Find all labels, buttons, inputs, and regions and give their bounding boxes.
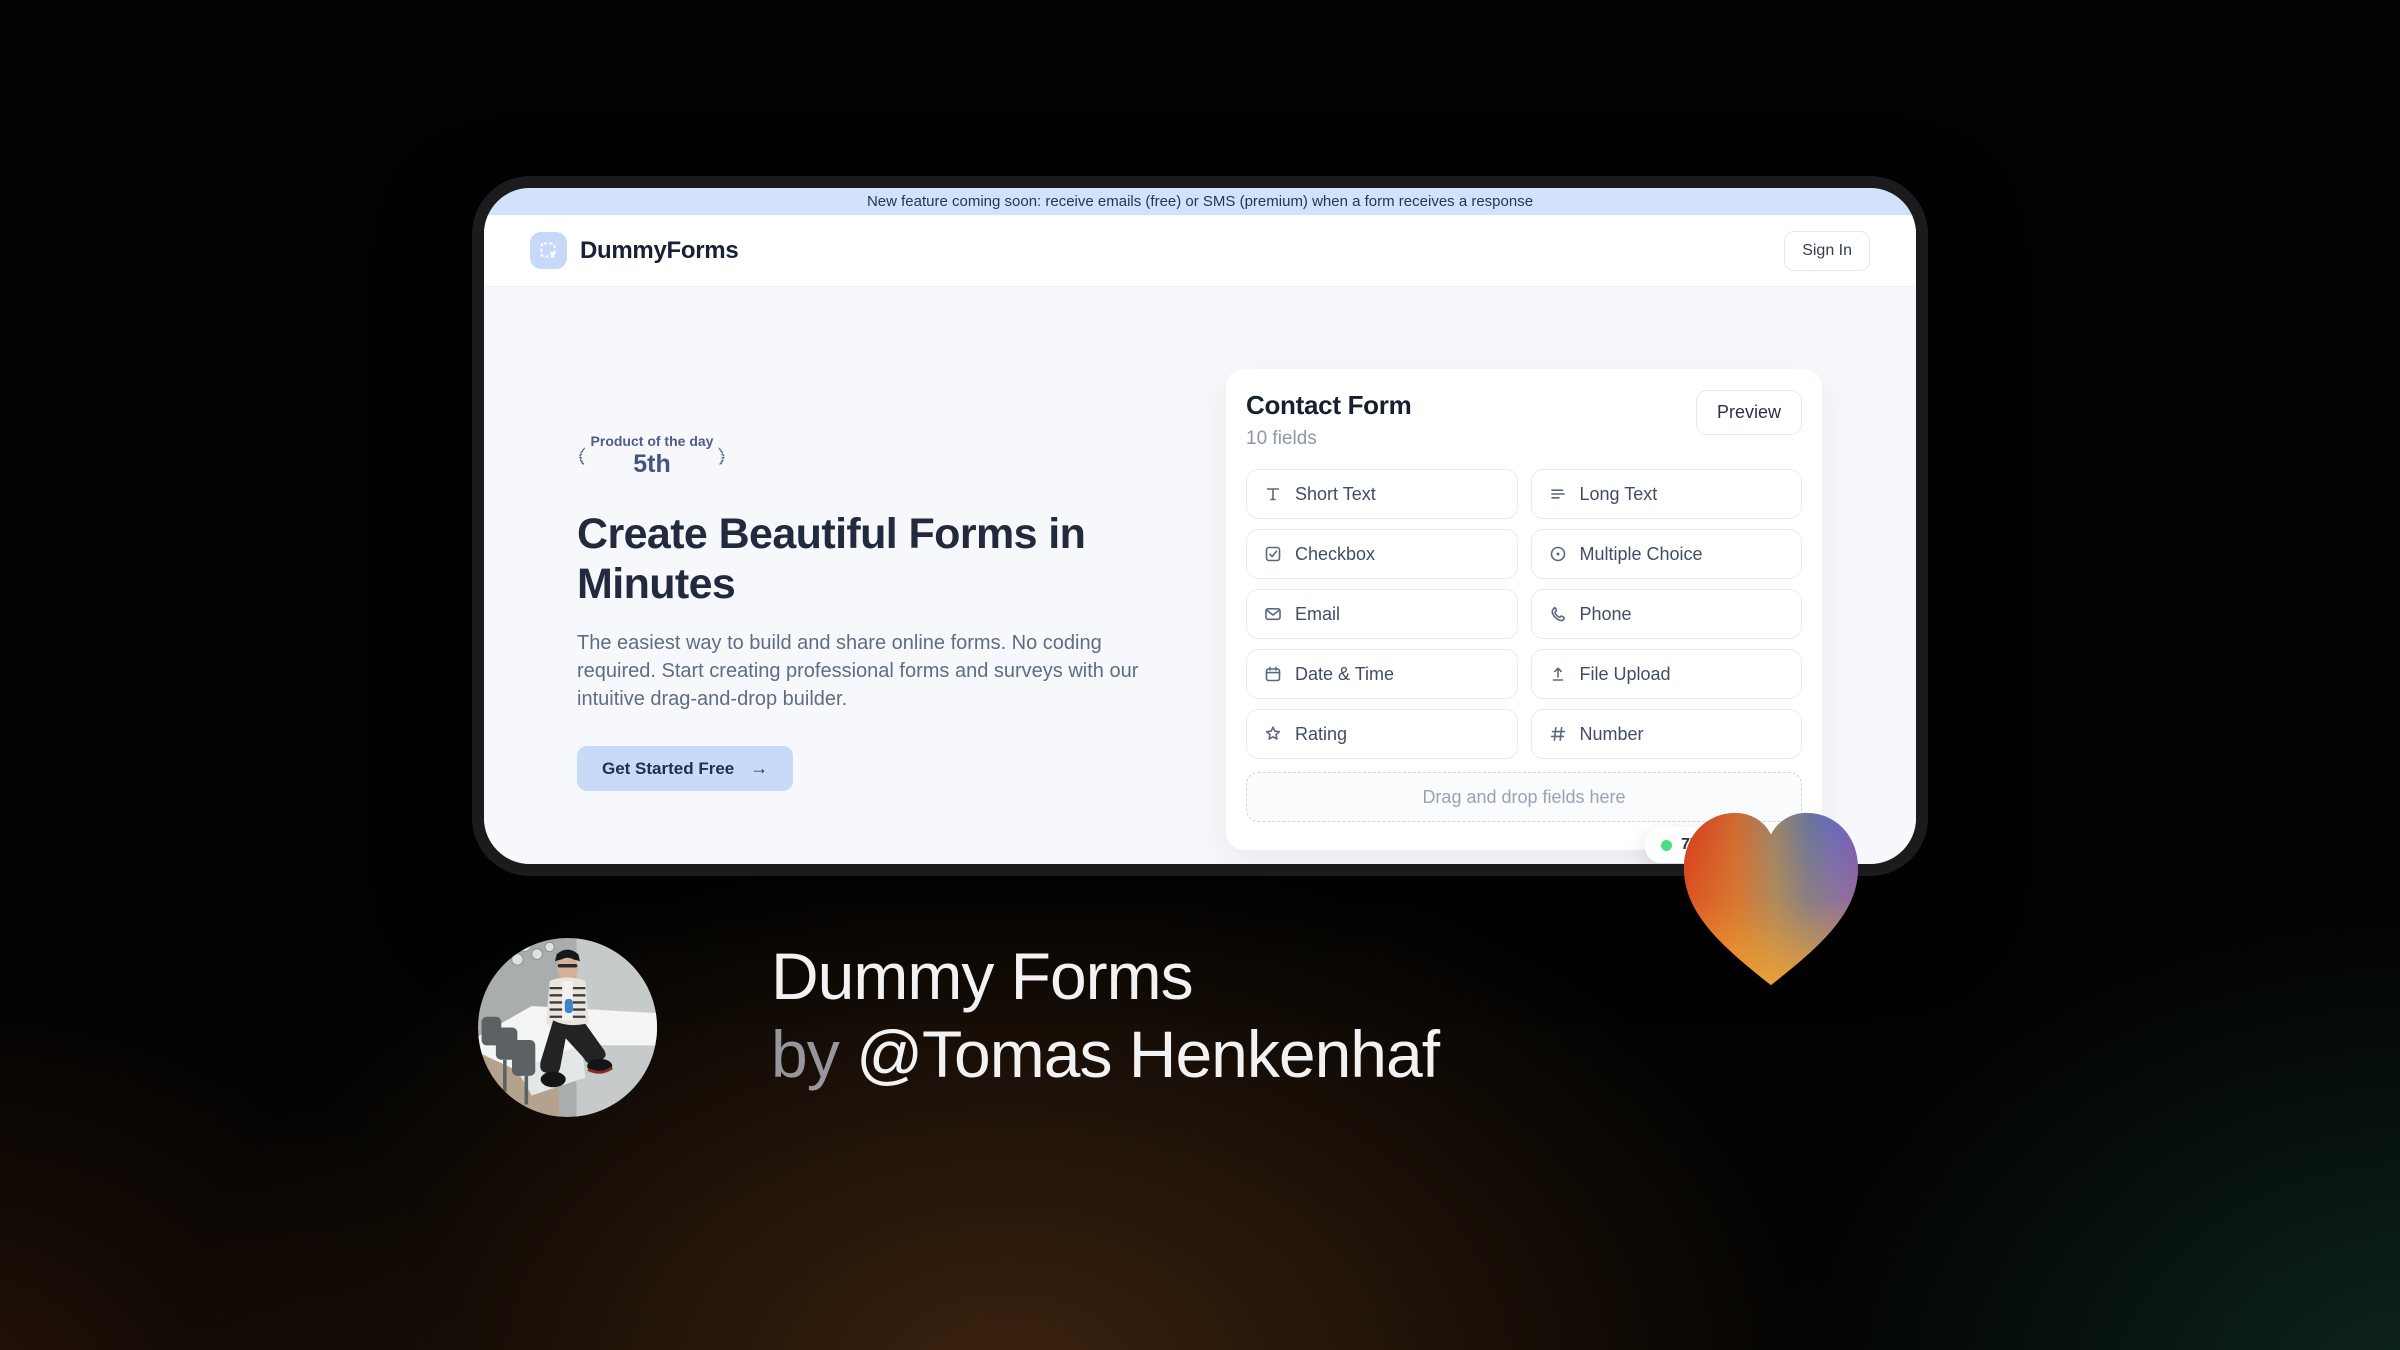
badge-line1: Product of the day [590,433,714,449]
field-label: Email [1295,603,1341,624]
gradient-heart-icon [1683,812,1859,986]
field-rating[interactable]: Rating [1246,709,1518,759]
product-of-the-day-badge: Product of the day 5th [577,429,727,483]
field-label: Number [1579,723,1644,744]
long-text-icon [1550,489,1565,499]
brand-name: DummyForms [580,236,739,264]
browser-mockup: New feature coming soon: receive emails … [472,176,1928,876]
field-label: Short Text [1295,483,1376,504]
laurel-left-icon [578,447,586,465]
field-label: Rating [1295,723,1348,744]
hero-section: Product of the day 5th Create Beautiful … [577,287,1162,791]
field-long-text[interactable]: Long Text [1530,469,1802,519]
hero-title: Create Beautiful Forms in Minutes [577,510,1086,608]
page-content: Product of the day 5th Create Beautiful … [484,287,1916,864]
field-label: Phone [1579,603,1632,624]
caption-by: by [771,1017,840,1091]
announcement-banner: New feature coming soon: receive emails … [484,188,1916,215]
field-multiple-choice[interactable]: Multiple Choice [1530,529,1802,579]
field-checkbox[interactable]: Checkbox [1246,529,1518,579]
short-text-icon [1266,488,1280,501]
field-label: Date & Time [1295,663,1395,684]
caption-author: @Tomas Henkenhaf [856,1017,1440,1091]
calendar-icon [1265,666,1281,682]
app-header: DummyForms Sign In [484,215,1916,287]
checkbox-icon [1265,546,1281,562]
author-avatar [478,938,657,1117]
dashed-select-cursor-icon [540,242,556,259]
field-date-time[interactable]: Date & Time [1246,649,1518,699]
multiple-choice-icon [1550,546,1565,562]
hero-description: The easiest way to build and share onlin… [577,632,1139,710]
caption-byline: by @Tomas Henkenhaf [771,1016,1440,1092]
star-icon [1265,726,1281,740]
field-label: Checkbox [1295,543,1376,564]
get-started-button[interactable]: Get Started Free → [577,746,794,791]
form-builder-panel: Contact Form 10 fields Preview Short Tex… [1226,369,1822,850]
field-type-grid: Short Text Long Text Checkbox Multiple C… [1246,469,1802,759]
field-label: Long Text [1579,483,1658,504]
form-title: Contact Form [1246,390,1412,420]
dropzone-text: Drag and drop fields here [1422,786,1626,807]
email-icon [1265,608,1281,621]
announcement-text: New feature coming soon: receive emails … [866,193,1534,210]
caption-title: Dummy Forms [771,939,1194,1013]
field-short-text[interactable]: Short Text [1246,469,1518,519]
phone-icon [1550,606,1565,622]
field-email[interactable]: Email [1246,589,1518,639]
app-screen: New feature coming soon: receive emails … [484,188,1916,864]
laurel-right-icon [718,447,726,465]
field-label: File Upload [1579,663,1671,684]
panel-title-block: Contact Form 10 fields [1246,390,1412,450]
panel-header: Contact Form 10 fields Preview [1246,390,1802,450]
field-label: Multiple Choice [1579,543,1703,564]
field-file-upload[interactable]: File Upload [1530,649,1802,699]
sign-in-button[interactable]: Sign In [1784,230,1870,271]
caption: Dummy Forms by @Tomas Henkenhaf [771,938,1440,1092]
field-number[interactable]: Number [1530,709,1802,759]
badge-line2: 5th [633,450,671,478]
avatar-photo-illustration [478,938,657,1117]
field-phone[interactable]: Phone [1530,589,1802,639]
upload-icon [1552,667,1563,681]
arrow-right-icon: → [750,758,769,778]
hash-icon [1550,727,1565,741]
brand-logo-icon [530,232,567,269]
preview-button[interactable]: Preview [1695,390,1802,435]
badge-text: Product of the day 5th [591,433,714,479]
cta-label: Get Started Free [602,758,735,778]
status-dot-icon [1661,839,1672,851]
field-count: 10 fields [1246,428,1317,449]
